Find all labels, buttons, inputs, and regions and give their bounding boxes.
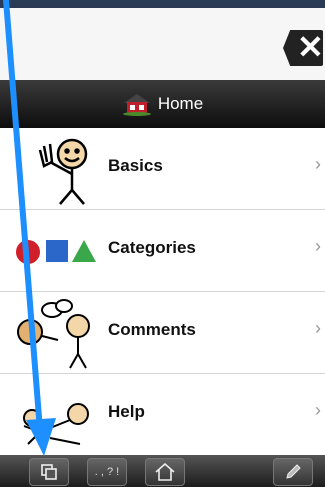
close-button[interactable]: ✕: [283, 30, 323, 66]
chevron-right-icon: ›: [315, 318, 321, 338]
bottom-toolbar: . , ? !: [0, 455, 325, 487]
menu-item-label: Basics: [108, 156, 163, 175]
home-icon: [155, 463, 175, 481]
chevron-right-icon: ›: [315, 400, 321, 420]
copy-button[interactable]: [29, 458, 69, 486]
talking-people-icon: [10, 296, 102, 370]
menu-item-help[interactable]: Help ›: [0, 374, 325, 455]
app-screen: ✕ Home Basics › Categories › Comments › …: [0, 8, 325, 455]
title-bar: Home: [0, 80, 325, 128]
menu-item-categories[interactable]: Categories ›: [0, 210, 325, 292]
menu-item-label: Comments: [108, 320, 196, 339]
home-button[interactable]: [145, 458, 185, 486]
pencil-icon: [286, 464, 301, 479]
menu-item-basics[interactable]: Basics ›: [0, 128, 325, 210]
house-icon: [122, 92, 152, 116]
shapes-icon: [10, 214, 102, 288]
menu-item-comments[interactable]: Comments ›: [0, 292, 325, 374]
page-title: Home: [157, 94, 204, 113]
waving-person-icon: [10, 132, 102, 206]
chevron-right-icon: ›: [315, 236, 321, 256]
helping-person-icon: [10, 378, 102, 452]
close-icon: ✕: [297, 29, 324, 65]
edit-button[interactable]: [273, 458, 313, 486]
menu-item-label: Help: [108, 402, 145, 421]
menu-item-label: Categories: [108, 238, 196, 257]
menu-list: Basics › Categories › Comments › Help ›: [0, 128, 325, 455]
copy-icon: [41, 464, 57, 480]
punctuation-label: . , ? !: [94, 466, 120, 478]
chevron-right-icon: ›: [315, 154, 321, 174]
punctuation-button[interactable]: . , ? !: [87, 458, 127, 486]
top-bar: ✕: [0, 8, 325, 80]
